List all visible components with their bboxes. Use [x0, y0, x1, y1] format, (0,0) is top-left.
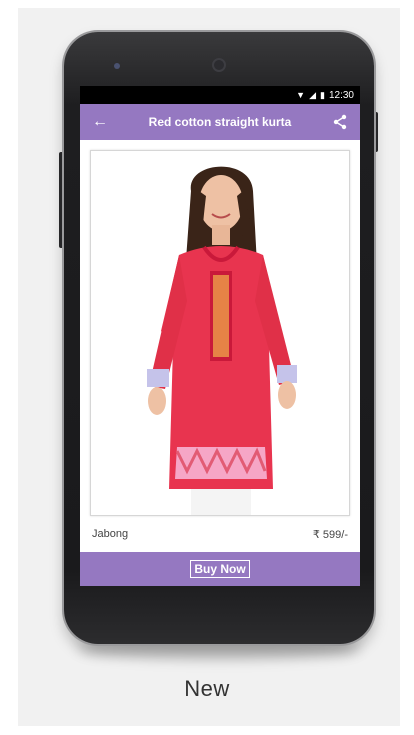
- buy-bar: Buy Now: [80, 552, 360, 586]
- phone-camera: [212, 58, 226, 72]
- status-bar: ▼ ◢ ▮ 12:30: [80, 86, 360, 104]
- back-arrow-icon: ←: [92, 113, 108, 130]
- app-screen: ▼ ◢ ▮ 12:30 ← Red cotton straight kurta: [80, 86, 360, 586]
- status-time: 12:30: [328, 89, 354, 101]
- buy-now-button[interactable]: Buy Now: [190, 560, 250, 578]
- app-bar: ← Red cotton straight kurta: [80, 104, 360, 140]
- page-title: Red cotton straight kurta: [148, 115, 292, 129]
- back-button[interactable]: ←: [80, 104, 120, 140]
- caption-label: New: [184, 676, 230, 701]
- product-image[interactable]: [90, 150, 350, 516]
- brand-label: Jabong: [92, 528, 129, 540]
- wifi-icon: ▼: [296, 89, 306, 100]
- price-label: ₹ 599/-: [312, 528, 348, 541]
- phone-sensor: [114, 63, 120, 69]
- signal-icon: ◢: [309, 89, 317, 100]
- share-button[interactable]: [320, 104, 360, 140]
- share-icon: [333, 114, 347, 130]
- product-meta: Jabong ₹ 599/-: [92, 524, 348, 544]
- battery-icon: ▮: [320, 89, 325, 100]
- product-photo: [91, 151, 349, 515]
